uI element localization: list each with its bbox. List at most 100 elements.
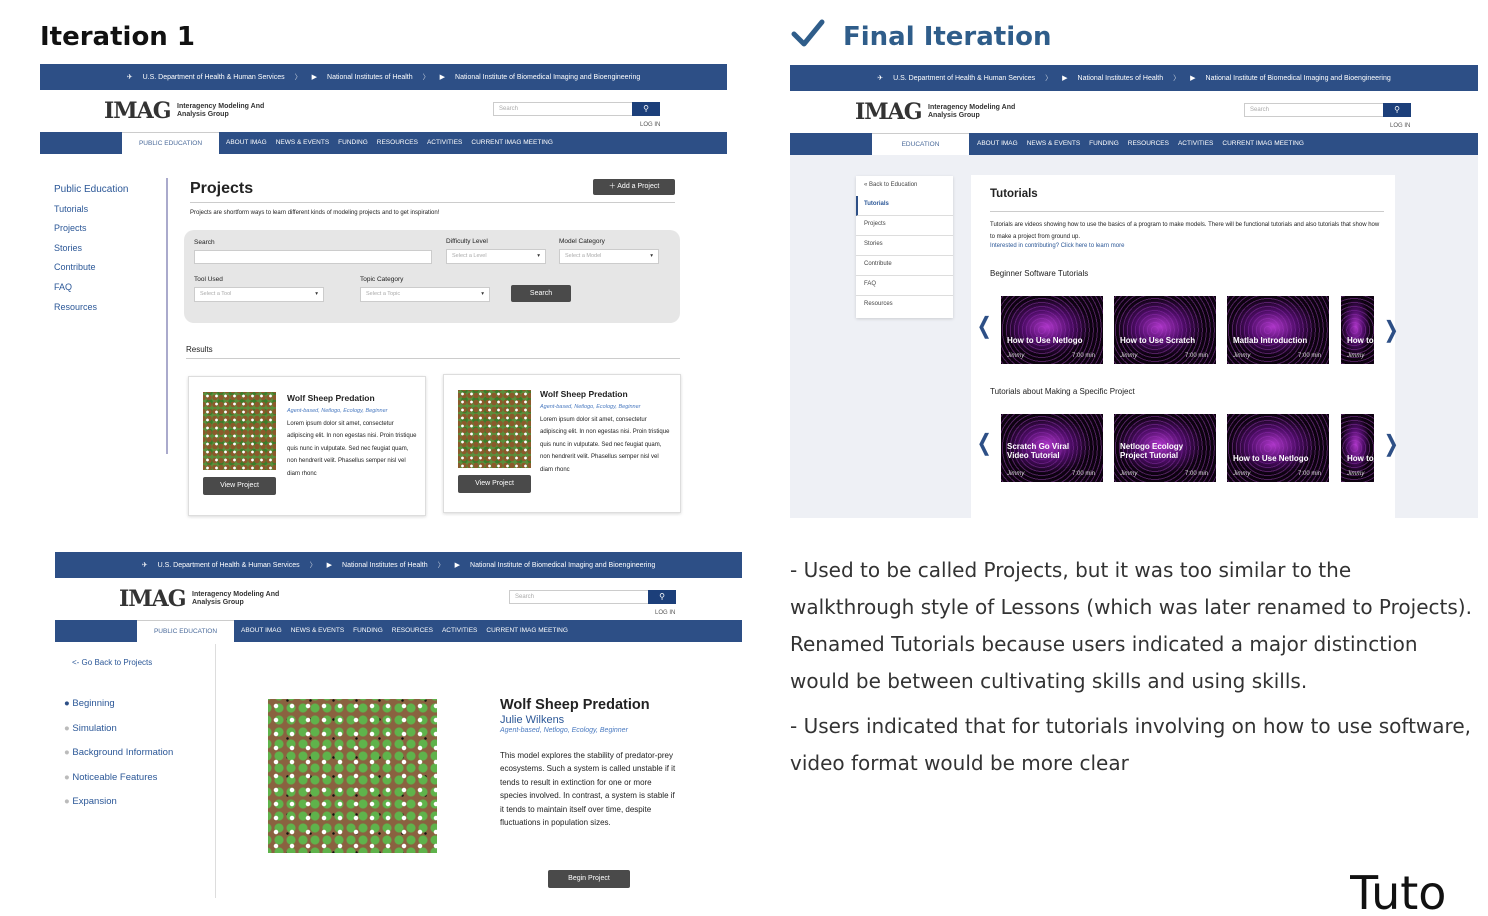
video-thumbnail[interactable]: Matlab Introduction Jimmy 7:00 min xyxy=(1227,296,1329,364)
nav-funding[interactable]: FUNDING xyxy=(338,132,368,154)
login-link[interactable]: LOG IN xyxy=(640,122,660,128)
sidebar-item-projects[interactable]: Projects xyxy=(54,219,129,239)
nav-activities[interactable]: ACTIVITIES xyxy=(427,132,462,154)
video-thumbnail[interactable]: Netlogo Ecology Project Tutorial Jimmy 7:0… xyxy=(1114,414,1216,482)
gov-nih-link[interactable]: National Institutes of Health xyxy=(1078,75,1164,82)
check-icon xyxy=(790,16,826,52)
nav-news[interactable]: NEWS & EVENTS xyxy=(291,620,344,642)
sidebar-item-public-education[interactable]: Public Education xyxy=(54,180,129,200)
view-project-button[interactable]: View Project xyxy=(458,475,531,493)
gov-nibib-link[interactable]: National Institute of Biomedical Imaging… xyxy=(1206,75,1391,82)
imag-logo[interactable]: IMAG xyxy=(855,99,923,125)
gov-nih-link[interactable]: National Institutes of Health xyxy=(327,74,413,81)
nav-about[interactable]: ABOUT IMAG xyxy=(241,620,282,642)
nav-public-education[interactable]: PUBLIC EDUCATION xyxy=(122,132,219,154)
back-to-projects-link[interactable]: <- Go Back to Projects xyxy=(72,658,152,667)
video-thumbnail[interactable]: How to Use Netlogo Jimmy 7:00 min xyxy=(1001,296,1103,364)
step-item[interactable]: ● Background Information xyxy=(64,741,173,766)
sidebar-item-faq[interactable]: FAQ xyxy=(54,278,129,298)
nav-meeting[interactable]: CURRENT IMAG MEETING xyxy=(486,620,568,642)
filter-search-button[interactable]: Search xyxy=(511,285,571,302)
gov-hhs-link[interactable]: U.S. Department of Health & Human Servic… xyxy=(143,74,285,81)
card-description: Lorem ipsum dolor sit amet, consectetur … xyxy=(287,420,417,477)
tool-used-select[interactable]: Select a Tool ▾ xyxy=(194,287,324,302)
nav-activities[interactable]: ACTIVITIES xyxy=(442,620,477,642)
gov-nih-link[interactable]: National Institutes of Health xyxy=(342,562,428,569)
nav-public-education[interactable]: PUBLIC EDUCATION xyxy=(137,620,234,642)
sidebar-item-stories[interactable]: Stories xyxy=(856,236,953,256)
design-note: - Used to be called Projects, but it was… xyxy=(790,558,1472,693)
sidebar-item-projects[interactable]: Projects xyxy=(856,216,953,236)
step-item[interactable]: ● Beginning xyxy=(64,692,173,717)
gov-nibib-link[interactable]: National Institute of Biomedical Imaging… xyxy=(470,562,655,569)
chevron-right-icon[interactable]: ❭ xyxy=(1382,317,1400,343)
model-category-select[interactable]: Select a Model ▾ xyxy=(559,249,659,264)
project-card[interactable]: View Project Wolf Sheep Predation Agent-… xyxy=(188,376,426,516)
chevron-left-icon[interactable]: ❬ xyxy=(975,313,993,339)
add-project-button[interactable]: ＋ Add a Project xyxy=(593,179,675,195)
view-project-button[interactable]: View Project xyxy=(203,477,276,495)
gov-hhs-link[interactable]: U.S. Department of Health & Human Servic… xyxy=(158,562,300,569)
nav-about[interactable]: ABOUT IMAG xyxy=(977,133,1018,155)
gov-nibib-link[interactable]: National Institute of Biomedical Imaging… xyxy=(455,74,640,81)
video-thumbnail[interactable]: How to Jimmy xyxy=(1341,296,1374,364)
login-link[interactable]: LOG IN xyxy=(1390,123,1410,129)
nav-funding[interactable]: FUNDING xyxy=(1089,133,1119,155)
sidebar-item-tutorials[interactable]: Tutorials xyxy=(856,196,953,216)
video-thumbnail[interactable]: How to Use Scratch Jimmy 7:00 min xyxy=(1114,296,1216,364)
next-slide-title: Tuto xyxy=(1350,870,1447,916)
step-item[interactable]: ● Simulation xyxy=(64,717,173,742)
video-thumbnail[interactable]: How to Use Netlogo Jimmy 7:00 min xyxy=(1227,414,1329,482)
sidebar-item-stories[interactable]: Stories xyxy=(54,239,129,259)
nav-education[interactable]: EDUCATION xyxy=(872,133,969,155)
difficulty-select[interactable]: Select a Level ▾ xyxy=(446,249,546,264)
nav-news[interactable]: NEWS & EVENTS xyxy=(1027,133,1080,155)
gov-breadcrumb-bar: ✈ U.S. Department of Health & Human Serv… xyxy=(40,64,727,90)
login-link[interactable]: LOG IN xyxy=(655,610,675,616)
search-icon[interactable]: ⚲ xyxy=(632,102,660,116)
nav-funding[interactable]: FUNDING xyxy=(353,620,383,642)
step-item[interactable]: ● Expansion xyxy=(64,790,173,815)
search-input[interactable]: Search xyxy=(509,590,649,604)
nav-resources[interactable]: RESOURCES xyxy=(392,620,433,642)
topic-category-select[interactable]: Select a Topic ▾ xyxy=(360,287,490,302)
sidebar-item-faq[interactable]: FAQ xyxy=(856,276,953,296)
project-search-input[interactable] xyxy=(194,250,432,264)
sidebar-item-tutorials[interactable]: Tutorials xyxy=(54,200,129,220)
chevron-right-icon[interactable]: ❭ xyxy=(1382,431,1400,457)
project-author[interactable]: Julie Wilkens xyxy=(500,714,680,726)
video-thumbnail[interactable]: Scratch Go Viral Video Tutorial Jimmy 7:00… xyxy=(1001,414,1103,482)
step-item[interactable]: ● Noticeable Features xyxy=(64,766,173,791)
nav-resources[interactable]: RESOURCES xyxy=(1128,133,1169,155)
begin-project-button[interactable]: Begin Project xyxy=(548,870,630,888)
project-card[interactable]: View Project Wolf Sheep Predation Agent-… xyxy=(443,374,681,513)
imag-logo[interactable]: IMAG xyxy=(119,586,187,612)
bullet-icon: ● xyxy=(64,771,70,783)
imag-logo[interactable]: IMAG xyxy=(104,98,172,124)
contribute-link[interactable]: Interested in contributing? Click here t… xyxy=(990,243,1124,249)
search-icon[interactable]: ⚲ xyxy=(648,590,676,604)
site-header: IMAG Interagency Modeling And Analysis Gr… xyxy=(40,90,727,132)
nav-meeting[interactable]: CURRENT IMAG MEETING xyxy=(1222,133,1304,155)
back-to-education-link[interactable]: « Back to Education xyxy=(856,176,953,196)
search-input[interactable]: Search xyxy=(1244,103,1384,117)
sidebar-item-contribute[interactable]: Contribute xyxy=(856,256,953,276)
project-description: This model explores the stability of pre… xyxy=(500,751,676,828)
search-icon[interactable]: ⚲ xyxy=(1383,103,1411,117)
nav-meeting[interactable]: CURRENT IMAG MEETING xyxy=(471,132,553,154)
sidebar-item-contribute[interactable]: Contribute xyxy=(54,258,129,278)
plus-icon: ＋ xyxy=(608,183,616,190)
nav-resources[interactable]: RESOURCES xyxy=(377,132,418,154)
sidebar-item-resources[interactable]: Resources xyxy=(856,296,953,316)
chevron-left-icon[interactable]: ❬ xyxy=(975,430,993,456)
nav-activities[interactable]: ACTIVITIES xyxy=(1178,133,1213,155)
video-thumbnail[interactable]: How to Jimmy xyxy=(1341,414,1374,482)
nav-about[interactable]: ABOUT IMAG xyxy=(226,132,267,154)
project-tags: Agent-based, Netlogo, Ecology, Beginner xyxy=(500,727,628,734)
page-title: Projects xyxy=(190,180,254,197)
search-input[interactable]: Search xyxy=(493,102,633,116)
flag-icon: ▶ xyxy=(1190,75,1196,82)
nav-news[interactable]: NEWS & EVENTS xyxy=(276,132,329,154)
sidebar-item-resources[interactable]: Resources xyxy=(54,298,129,318)
gov-hhs-link[interactable]: U.S. Department of Health & Human Servic… xyxy=(893,75,1035,82)
